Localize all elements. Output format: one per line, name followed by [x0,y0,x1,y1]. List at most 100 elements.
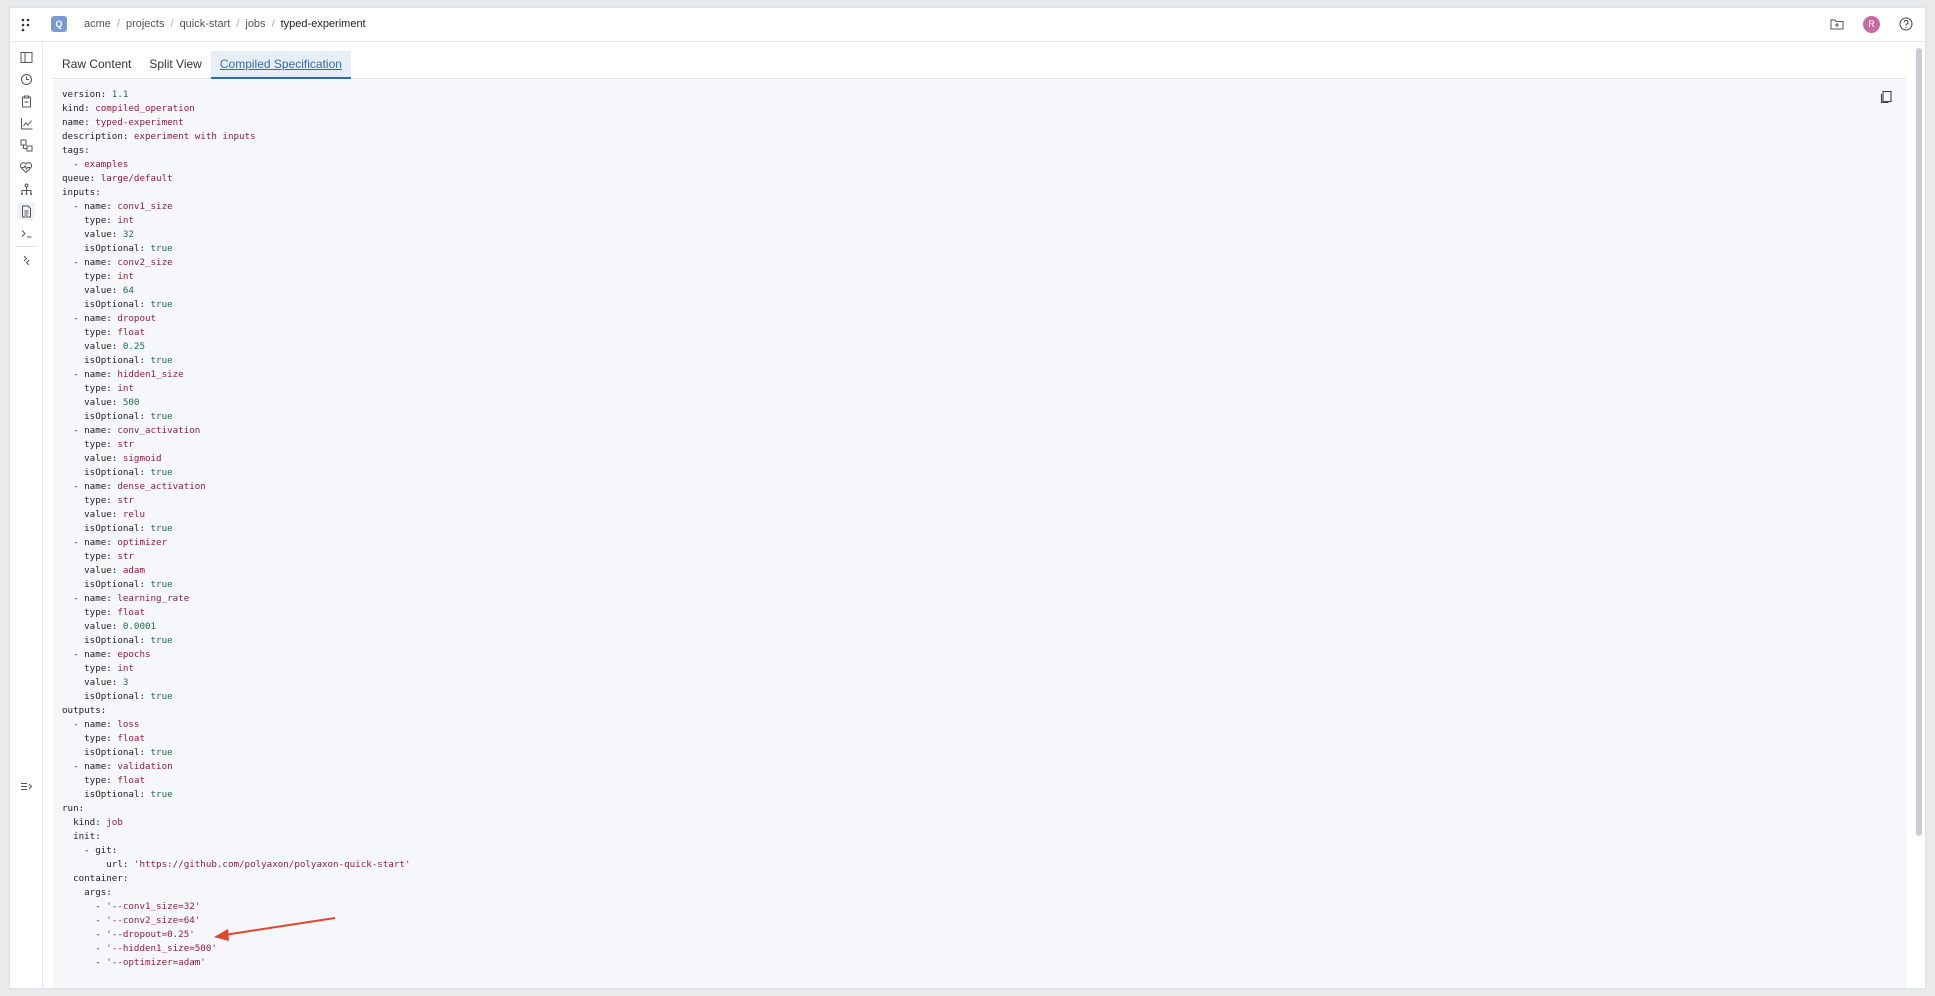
main-content: Raw Content Split View Compiled Specific… [43,42,1925,988]
breadcrumb: acme / projects / quick-start / jobs / t… [84,18,366,30]
app-logo[interactable]: Q [51,16,67,32]
code-key: type: [62,215,118,226]
code-line: value: 0.0001 [62,620,411,634]
code-key: - name: [62,719,118,730]
code-line: kind: compiled_operation [62,102,411,116]
copy-icon[interactable] [1880,90,1894,104]
code-line: type: int [62,214,411,228]
code-line: value: relu [62,508,411,522]
code-key: init: [62,831,101,842]
code-value: 0.0001 [122,621,157,632]
code-line: value: adam [62,564,411,578]
tab-raw-content[interactable]: Raw Content [53,51,140,79]
chart-icon[interactable] [17,114,35,132]
code-key: - name: [62,593,118,604]
code-line: value: sigmoid [62,452,411,466]
heartbeat-icon[interactable] [17,158,35,176]
code-viewer[interactable]: version: 1.1 kind: compiled_operation name… [53,80,1906,988]
code-line: isOptional: true [62,242,411,256]
code-value: experiment with inputs [133,131,256,142]
code-key: value: [62,621,123,632]
code-key: value: [62,509,123,520]
code-key: type: [62,495,118,506]
folder-icon[interactable] [1828,15,1846,33]
tab-compiled-specification[interactable]: Compiled Specification [210,51,351,79]
code-value: 64 [122,285,134,296]
code-value: 0.25 [122,341,145,352]
code-key: - name: [62,369,118,380]
code-line: isOptional: true [62,690,411,704]
clock-icon[interactable] [17,70,35,88]
code-line: isOptional: true [62,746,411,760]
sidebar-divider [16,246,36,247]
code-line: isOptional: true [62,354,411,368]
code-key: - [62,901,107,912]
code-line: outputs: [62,704,411,718]
code-line: - name: optimizer [62,536,411,550]
code-key: - name: [62,537,118,548]
code-line: - git: [62,844,411,858]
code-line: - name: loss [62,718,411,732]
code-key: type: [62,383,118,394]
code-value: validation [117,761,173,772]
collapse-sidebar-icon[interactable] [17,777,35,795]
apps-grid-icon[interactable] [18,17,34,33]
code-value: str [117,551,134,562]
code-key: - name: [62,313,118,324]
code-line: type: int [62,382,411,396]
code-key: value: [62,285,123,296]
code-key: tags: [62,145,90,156]
user-avatar[interactable]: R [1863,15,1880,33]
code-line: - examples [62,158,411,172]
code-value: 1.1 [111,89,129,100]
code-key: value: [62,453,123,464]
breadcrumb-separator: / [170,18,174,30]
code-line: init: [62,830,411,844]
code-key: description: [62,131,134,142]
code-key: type: [62,327,118,338]
code-line: type: int [62,270,411,284]
code-value: typed-experiment [95,117,184,128]
breadcrumb-jobs[interactable]: jobs [245,18,265,30]
code-line: type: str [62,438,411,452]
code-line: - name: validation [62,760,411,774]
code-line: - '--hidden1_size=500' [62,942,411,956]
code-key: type: [62,733,118,744]
tab-split-view[interactable]: Split View [140,51,210,79]
help-icon[interactable] [1897,15,1915,33]
code-value: '--conv2_size=64' [106,915,201,926]
breadcrumb-org[interactable]: acme [84,18,111,30]
code-line: name: typed-experiment [62,116,411,130]
panel-icon[interactable] [17,48,35,66]
breadcrumb-current: typed-experiment [280,18,366,30]
clipboard-icon[interactable] [17,92,35,110]
code-value: learning_rate [117,593,190,604]
code-key: run: [62,803,85,814]
breadcrumb-separator: / [236,18,240,30]
code-line: type: float [62,774,411,788]
code-key: - [62,929,107,940]
code-value: true [150,523,173,534]
document-icon[interactable] [17,202,35,220]
lineage-icon[interactable] [17,180,35,198]
code-line: inputs: [62,186,411,200]
code-line: kind: job [62,816,411,830]
breadcrumb-projects[interactable]: projects [126,18,165,30]
header-actions: R [1828,15,1915,33]
vertical-scrollbar[interactable] [1916,48,1922,836]
code-line: - name: learning_rate [62,592,411,606]
code-key: - git: [62,845,118,856]
code-key: - [62,159,85,170]
integration-icon[interactable] [17,251,35,269]
code-key: name: [62,117,96,128]
code-key: isOptional: [62,635,151,646]
code-value: optimizer [117,537,168,548]
terminal-icon[interactable] [17,224,35,242]
code-key: value: [62,565,123,576]
code-value: job [106,817,123,828]
code-value: hidden1_size [117,369,184,380]
code-line: isOptional: true [62,410,411,424]
breadcrumb-project[interactable]: quick-start [180,18,231,30]
code-value: loss [117,719,140,730]
artifacts-icon[interactable] [17,136,35,154]
